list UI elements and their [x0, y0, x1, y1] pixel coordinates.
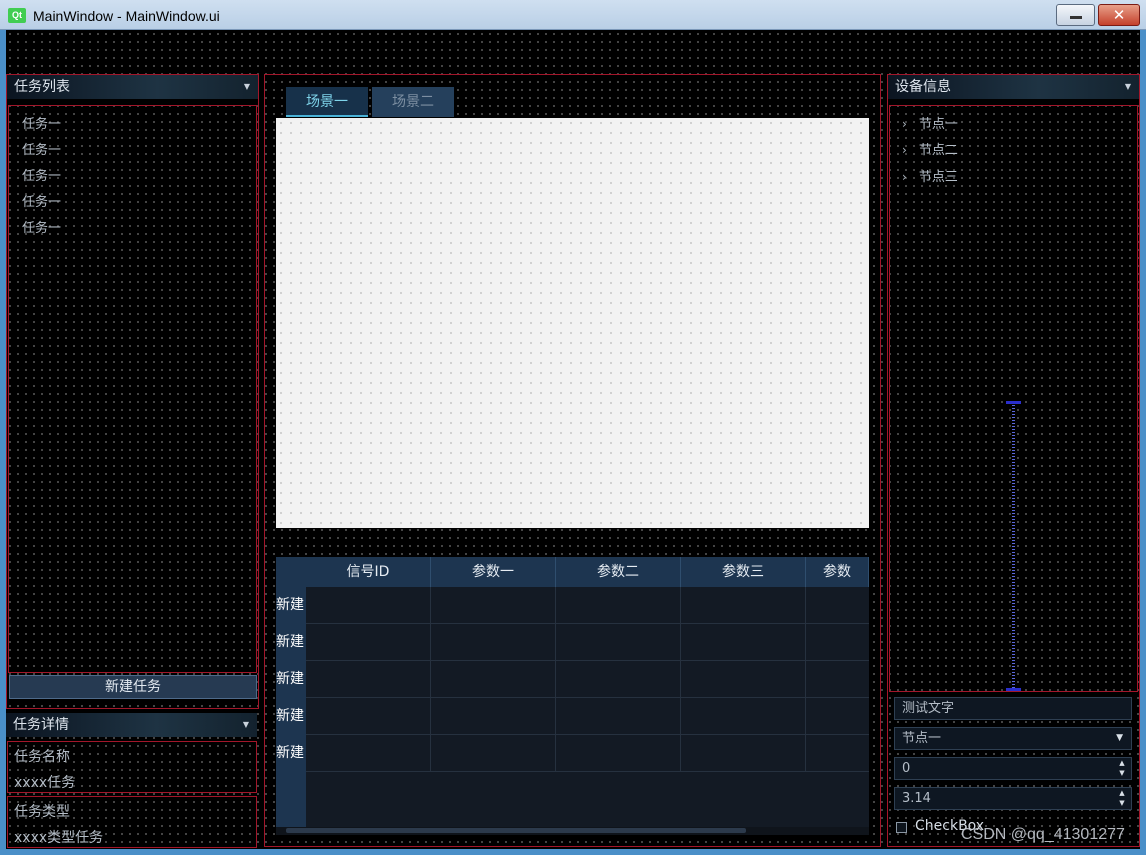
list-item[interactable]: 任务一	[22, 165, 61, 184]
signal-table[interactable]: 信号ID 参数一 参数二 参数三 参数 新建 新建 新建 新建 新建	[276, 557, 869, 835]
task-detail-title: 任务详情	[13, 717, 69, 733]
tree-node-label: 节点二	[918, 143, 958, 158]
title-bar[interactable]: Qt MainWindow - MainWindow.ui ✕	[0, 0, 1146, 30]
double-spinbox[interactable]: 3.14 ▲ ▼	[894, 787, 1132, 810]
task-list-title: 任务列表	[14, 79, 70, 95]
task-name-value: xxxx任务	[14, 775, 76, 791]
slider-handle[interactable]	[1006, 401, 1021, 404]
list-item[interactable]: 任务一	[22, 139, 61, 158]
node-combobox[interactable]: 节点一 ▼	[894, 727, 1132, 750]
task-type-value: xxxx类型任务	[14, 830, 104, 846]
column-header[interactable]: 参数一	[431, 557, 556, 587]
qt-logo-icon: Qt	[8, 8, 26, 23]
tab-scene-2[interactable]: 场景二	[372, 87, 454, 117]
row-header[interactable]: 新建	[276, 698, 306, 735]
task-detail-title-bar[interactable]: 任务详情 ▼	[6, 713, 257, 737]
row-header[interactable]: 新建	[276, 661, 306, 698]
row-gridline	[306, 771, 869, 772]
watermark: CSDN @qq_41301277	[961, 826, 1125, 843]
column-header[interactable]: 参数三	[681, 557, 806, 587]
column-gridline	[805, 587, 806, 772]
column-gridline	[555, 587, 556, 772]
vertical-slider[interactable]	[1012, 402, 1015, 690]
new-task-button[interactable]: 新建任务	[9, 675, 257, 699]
combobox-value: 节点一	[902, 731, 942, 746]
scene-canvas[interactable]	[276, 118, 869, 528]
list-item[interactable]: 任务一	[22, 191, 61, 210]
row-header[interactable]: 新建	[276, 624, 306, 661]
tree-node[interactable]: › 节点一	[902, 113, 958, 132]
dock-dropdown-icon[interactable]: ▼	[1125, 75, 1131, 99]
main-window-client: 任务列表 ▼ 任务一 任务一 任务一 任务一 任务一 新建任务 任务详情 ▼ 任…	[6, 30, 1140, 849]
dock-dropdown-icon[interactable]: ▼	[243, 713, 249, 737]
test-text-label: 测试文字	[894, 697, 1132, 720]
slider-handle[interactable]	[1006, 688, 1021, 691]
chevron-down-icon[interactable]: ▼	[1116, 728, 1123, 749]
spinbox-value: 3.14	[902, 791, 931, 806]
chevron-right-icon[interactable]: ›	[902, 143, 907, 157]
chevron-right-icon[interactable]: ›	[902, 170, 907, 184]
column-header[interactable]: 信号ID	[306, 557, 431, 587]
close-button[interactable]: ✕	[1098, 4, 1140, 26]
spin-down-icon[interactable]: ▼	[1116, 798, 1128, 808]
tree-node-label: 节点三	[918, 170, 958, 185]
spin-down-icon[interactable]: ▼	[1116, 768, 1128, 778]
column-header[interactable]: 参数二	[556, 557, 681, 587]
chevron-right-icon[interactable]: ›	[902, 117, 907, 131]
column-gridline	[680, 587, 681, 772]
tree-node-label: 节点一	[918, 117, 958, 132]
row-gridline	[306, 734, 869, 735]
device-info-title: 设备信息	[895, 79, 951, 95]
row-gridline	[306, 623, 869, 624]
checkbox[interactable]	[896, 822, 907, 833]
tree-node[interactable]: › 节点三	[902, 166, 958, 185]
table-corner-button[interactable]	[276, 557, 306, 587]
column-header[interactable]: 参数	[806, 557, 869, 587]
int-spinbox[interactable]: 0 ▲ ▼	[894, 757, 1132, 780]
window-title: MainWindow - MainWindow.ui	[33, 8, 220, 24]
list-item[interactable]: 任务一	[22, 217, 61, 236]
task-name-label: 任务名称	[14, 749, 70, 765]
task-name-group: 任务名称 xxxx任务	[7, 741, 257, 793]
row-header[interactable]: 新建	[276, 735, 306, 772]
column-gridline	[430, 587, 431, 772]
row-gridline	[306, 697, 869, 698]
table-horizontal-scrollbar[interactable]	[276, 827, 869, 835]
task-list: 任务一 任务一 任务一 任务一 任务一	[8, 105, 257, 673]
task-list-title-bar[interactable]: 任务列表 ▼	[7, 75, 258, 99]
row-gridline	[306, 660, 869, 661]
spin-buttons: ▲ ▼	[1116, 788, 1128, 809]
list-item[interactable]: 任务一	[22, 113, 61, 132]
device-info-title-bar[interactable]: 设备信息 ▼	[888, 75, 1139, 99]
tree-node[interactable]: › 节点二	[902, 139, 958, 158]
minimize-button[interactable]	[1056, 4, 1095, 26]
dock-dropdown-icon[interactable]: ▼	[244, 75, 250, 99]
spin-up-icon[interactable]: ▲	[1116, 758, 1128, 768]
spinbox-value: 0	[902, 761, 911, 776]
task-type-group: 任务类型 xxxx类型任务	[7, 796, 257, 848]
task-list-dock: 任务列表 ▼ 任务一 任务一 任务一 任务一 任务一 新建任务	[6, 74, 259, 709]
scrollbar-thumb[interactable]	[286, 828, 746, 833]
tab-scene-1[interactable]: 场景一	[286, 87, 368, 117]
task-type-label: 任务类型	[14, 804, 70, 820]
row-header[interactable]: 新建	[276, 587, 306, 624]
spin-buttons: ▲ ▼	[1116, 758, 1128, 779]
spin-up-icon[interactable]: ▲	[1116, 788, 1128, 798]
